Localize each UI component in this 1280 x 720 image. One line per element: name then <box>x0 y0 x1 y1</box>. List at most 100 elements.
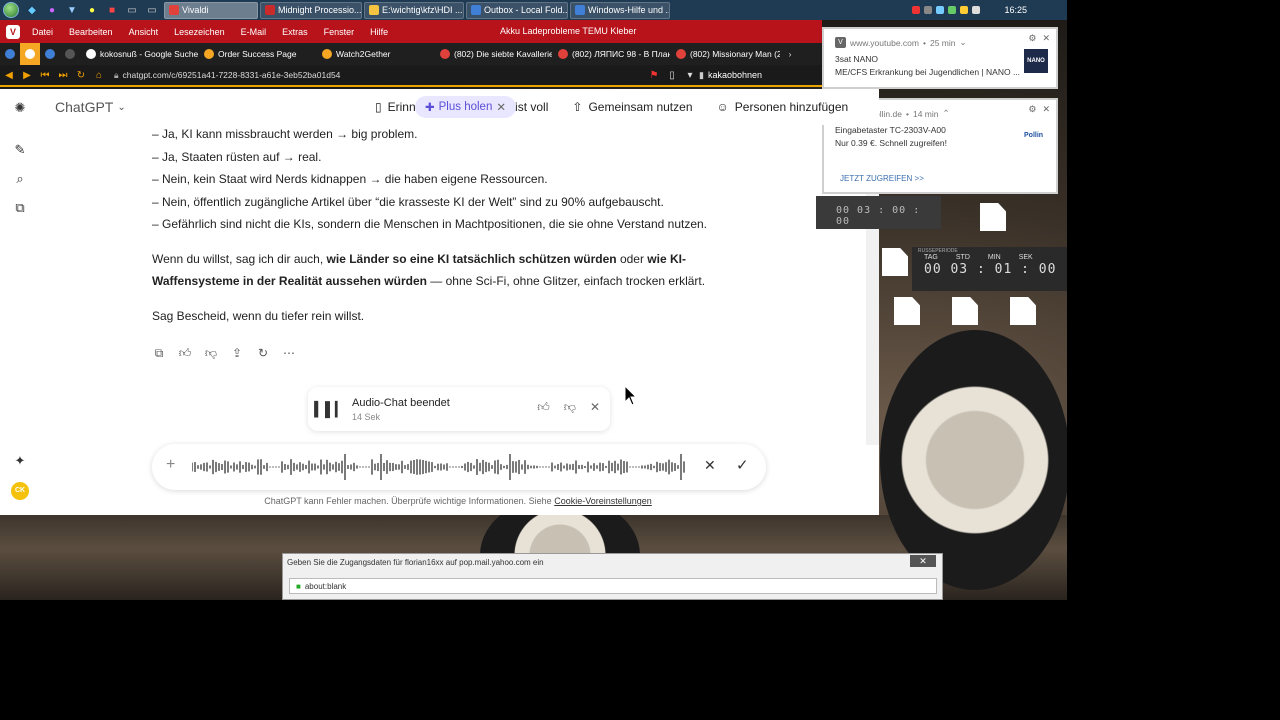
vivaldi-logo-icon[interactable]: V <box>6 24 20 39</box>
tray-icon[interactable] <box>972 6 981 14</box>
notification-youtube[interactable]: Vwww.youtube.com • 25 min ⌄ ⚙ ✕ 3sat NANO ME… <box>822 27 1058 89</box>
pinned-app-icon[interactable]: ▭ <box>122 2 142 18</box>
bullet-line: – Nein, öffentlich zugängliche Artikel ü… <box>152 194 664 209</box>
taskbar-task[interactable]: E:\wichtig\kfz\HDI ... <box>364 1 464 19</box>
bookmark-icon[interactable]: ▯ <box>663 70 681 81</box>
folder-icon <box>369 5 379 15</box>
desktop-file-icon[interactable] <box>894 297 920 325</box>
message-actions: ⧉ 👍︎ 👎︎ ⇪ ↻ ⋯ <box>152 346 296 361</box>
fastforward-icon[interactable]: ⏭ <box>54 70 72 81</box>
tray-icon[interactable] <box>960 6 969 14</box>
menu-item-lesezeichen[interactable]: Lesezeichen <box>166 27 233 37</box>
pinned-app-icon[interactable]: ● <box>82 2 102 18</box>
tray-icon[interactable] <box>912 6 921 14</box>
sparkle-icon[interactable]: ✦ <box>12 453 28 469</box>
add-people-button[interactable]: ☺ Personen hinzufügen <box>717 100 849 114</box>
tab-youtube[interactable]: (802) Die siebte Kavallerie <box>434 43 552 65</box>
taskbar-task-vivaldi[interactable]: Vivaldi <box>164 1 258 19</box>
attach-plus-icon[interactable]: + <box>166 456 175 474</box>
regenerate-icon[interactable]: ↻ <box>256 346 270 361</box>
taskbar-task[interactable]: Outbox - Local Fold... <box>466 1 568 19</box>
cancel-recording-icon[interactable]: ✕ <box>704 457 716 474</box>
menu-item-hilfe[interactable]: Hilfe <box>362 27 396 37</box>
tray-icon[interactable] <box>936 6 945 14</box>
tab-scroll-right-icon[interactable]: › <box>780 43 800 65</box>
pinned-app-icon[interactable]: ▼ <box>62 2 82 18</box>
dialog-url-field[interactable]: ■ about:blank <box>289 578 937 594</box>
cookie-settings-link[interactable]: Cookie-Voreinstellungen <box>554 496 652 506</box>
close-button[interactable]: ✕ <box>910 555 936 567</box>
tab-youtube[interactable]: (802) Missionary Man (200 <box>670 43 780 65</box>
openai-logo-icon[interactable]: ✺ <box>12 100 28 116</box>
share-icon[interactable]: ⇪ <box>230 346 244 361</box>
new-chat-icon[interactable]: ✎ <box>12 142 28 158</box>
voice-composer: + ✕ ✓ <box>152 444 766 490</box>
watch2gether-icon <box>322 49 332 59</box>
taskbar-task[interactable]: Midnight Processio... <box>260 1 362 19</box>
notification-title: 3sat NANO <box>835 54 878 64</box>
desktop-file-icon[interactable] <box>952 297 978 325</box>
dropdown-icon[interactable]: ▾ <box>681 70 699 81</box>
chevron-down-icon: ⌄ <box>117 101 126 113</box>
confirm-recording-icon[interactable]: ✓ <box>736 456 749 474</box>
menu-item-fenster[interactable]: Fenster <box>316 27 363 37</box>
rewind-icon[interactable]: ⏮ <box>36 70 54 81</box>
tab-pinned[interactable] <box>40 43 60 65</box>
thumbs-up-icon[interactable]: 👍︎ <box>537 400 550 415</box>
model-selector[interactable]: ChatGPT ⌄ <box>55 99 126 115</box>
assistant-message: – Ja, KI kann missbraucht werden → big p… <box>152 123 772 327</box>
gear-icon[interactable]: ⚙ <box>1028 33 1036 44</box>
close-icon[interactable]: ✕ <box>496 100 506 114</box>
pinned-app-icon[interactable]: ● <box>42 2 62 18</box>
close-icon[interactable]: ✕ <box>1042 104 1050 115</box>
tab-order-success[interactable]: Order Success Page <box>198 43 316 65</box>
library-icon[interactable]: ⧉ <box>12 200 28 216</box>
menu-item-email[interactable]: E-Mail <box>233 27 275 37</box>
nano-logo: NANO <box>1024 49 1048 73</box>
credentials-dialog: Geben Sie die Zugangsdaten für florian16… <box>282 553 943 600</box>
search-icon[interactable]: ⌕ <box>12 171 28 187</box>
pinned-app-icon[interactable]: ◆ <box>22 2 42 18</box>
home-icon[interactable]: ⌂ <box>90 70 108 81</box>
menu-item-datei[interactable]: Datei <box>24 27 61 37</box>
thumbs-up-icon[interactable]: 👍︎ <box>178 346 192 361</box>
tab-pinned-active[interactable] <box>20 43 40 65</box>
thumbs-down-icon[interactable]: 👎︎ <box>204 346 218 361</box>
reload-icon[interactable]: ↻ <box>72 70 90 81</box>
url-field[interactable]: 🔒︎ chatgpt.com/c/69251a41-7228-8331-a61e… <box>114 67 645 83</box>
desktop-file-icon[interactable] <box>882 248 908 276</box>
taskbar-clock[interactable]: 16:25 <box>1004 5 1027 15</box>
forward-icon[interactable]: ▶ <box>18 70 36 81</box>
extension-icon[interactable]: ⚑ <box>645 70 663 81</box>
menu-item-ansicht[interactable]: Ansicht <box>121 27 167 37</box>
tab-google-search[interactable]: kokosnuß - Google Suche <box>80 43 198 65</box>
disclaimer: ChatGPT kann Fehler machen. Überprüfe wi… <box>264 496 652 506</box>
desktop-file-icon[interactable] <box>1010 297 1036 325</box>
close-icon[interactable]: ✕ <box>1042 33 1050 44</box>
plus-sparkle-icon: ✚ <box>425 102 435 114</box>
gear-icon[interactable]: ⚙ <box>1028 104 1036 115</box>
pinned-app-icon[interactable]: ■ <box>102 2 122 18</box>
taskbar-task[interactable]: Windows-Hilfe und ... <box>570 1 670 19</box>
start-button[interactable] <box>0 0 22 20</box>
share-button[interactable]: ⇧ Gemeinsam nutzen <box>572 100 692 114</box>
tab-pinned[interactable] <box>60 43 80 65</box>
tab-youtube[interactable]: (802) ЛЯПИС 98 - В Плане <box>552 43 670 65</box>
thumbs-down-icon[interactable]: 👎︎ <box>564 400 576 415</box>
menu-item-extras[interactable]: Extras <box>274 27 316 37</box>
tray-icon[interactable] <box>948 6 957 14</box>
tab-watch2gether[interactable]: Watch2Gether <box>316 43 434 65</box>
menu-item-bearbeiten[interactable]: Bearbeiten <box>61 27 121 37</box>
tab-pinned[interactable] <box>0 43 20 65</box>
tray-icon[interactable] <box>924 6 933 14</box>
desktop-file-icon[interactable] <box>980 203 1006 231</box>
bookmark-kakaobohnen[interactable]: ▮ kakaobohnen <box>699 70 762 81</box>
notification-cta-button[interactable]: JETZT ZUGREIFEN >> <box>840 174 924 183</box>
copy-icon[interactable]: ⧉ <box>152 346 166 361</box>
help-icon <box>575 5 585 15</box>
close-icon[interactable]: ✕ <box>590 400 600 415</box>
back-icon[interactable]: ◀ <box>0 70 18 81</box>
more-icon[interactable]: ⋯ <box>282 346 296 361</box>
pinned-app-icon[interactable]: ▭ <box>142 2 162 18</box>
get-plus-button[interactable]: ✚ Plus holen ✕ <box>415 96 516 118</box>
